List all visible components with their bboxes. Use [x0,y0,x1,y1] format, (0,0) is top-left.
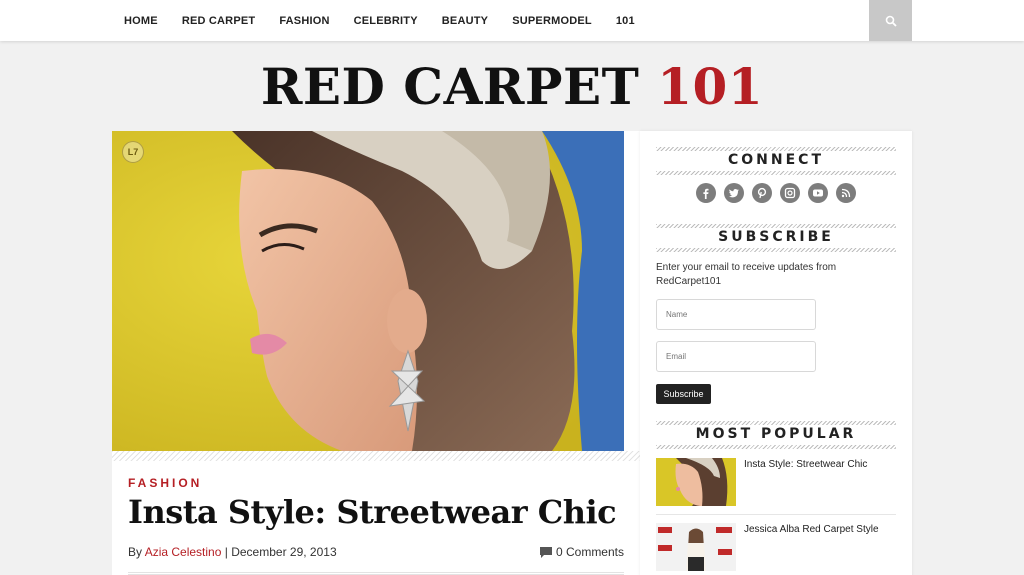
comments-link[interactable]: 0 Comments [539,545,624,559]
rss-icon[interactable] [836,183,856,203]
connect-heading-label: CONNECT [728,152,824,168]
subscribe-button[interactable]: Subscribe [656,384,711,404]
popular-item-thumbnail[interactable] [656,523,736,571]
logo-accent: 101 [657,57,764,116]
popular-item[interactable]: Insta Style: Streetwear Chic [656,458,896,508]
nav-item-celebrity[interactable]: CELEBRITY [354,15,418,27]
subscribe-heading: SUBSCRIBE [656,224,896,252]
popular-item-title[interactable]: Jessica Alba Red Carpet Style [744,524,879,535]
pinterest-icon[interactable] [752,183,772,203]
youtube-icon[interactable] [808,183,828,203]
instagram-icon[interactable] [780,183,800,203]
post-meta: By Azia Celestino | December 29, 2013 [128,545,337,559]
subscribe-description: Enter your email to receive updates from… [656,262,837,287]
popular-item[interactable]: Jessica Alba Red Carpet Style [656,523,896,573]
nav-item-supermodel[interactable]: SUPERMODEL [512,15,592,27]
nav-item-101[interactable]: 101 [616,15,635,27]
twitter-icon[interactable] [724,183,744,203]
image-divider-stripe [112,451,640,461]
social-icons [696,183,864,203]
most-popular-heading-label: MOST POPULAR [695,426,857,442]
subscribe-heading-label: SUBSCRIBE [718,229,834,245]
featured-post: L7 FASHION Insta Style: Streetwear Chic … [112,131,640,575]
comments-count: 0 Comments [555,545,624,559]
main-nav: HOME RED CARPET FASHION CELEBRITY BEAUTY… [112,0,647,41]
search-icon [885,15,897,27]
search-button[interactable] [869,0,912,41]
nav-item-beauty[interactable]: BEAUTY [442,15,488,27]
connect-heading: CONNECT [656,147,896,175]
meta-separator: | [224,545,228,559]
featured-image[interactable]: L7 [112,131,624,451]
post-author-link[interactable]: Azia Celestino [145,545,222,559]
logo-text: RED CARPET [260,57,640,116]
subscribe-name-input[interactable] [656,299,816,330]
post-category[interactable]: FASHION [128,476,202,490]
facebook-icon[interactable] [696,183,716,203]
post-title[interactable]: Insta Style: Streetwear Chic [128,493,617,531]
comment-icon [539,546,552,558]
popular-item-thumbnail[interactable] [656,458,736,506]
photo-credit-badge: L7 [122,141,144,163]
by-label: By [128,545,143,559]
popular-item-title[interactable]: Insta Style: Streetwear Chic [744,459,867,470]
nav-item-home[interactable]: HOME [124,15,158,27]
post-date: December 29, 2013 [231,545,337,559]
most-popular-heading: MOST POPULAR [656,421,896,449]
popular-divider [656,514,896,515]
nav-item-red-carpet[interactable]: RED CARPET [182,15,256,27]
nav-item-fashion[interactable]: FASHION [279,15,329,27]
subscribe-email-input[interactable] [656,341,816,372]
sidebar: CONNECT SUBSCRIBE Enter your email to re… [640,131,912,575]
top-navigation-bar: HOME RED CARPET FASHION CELEBRITY BEAUTY… [0,0,1024,41]
site-logo[interactable]: RED CARPET 101 [0,55,1024,119]
